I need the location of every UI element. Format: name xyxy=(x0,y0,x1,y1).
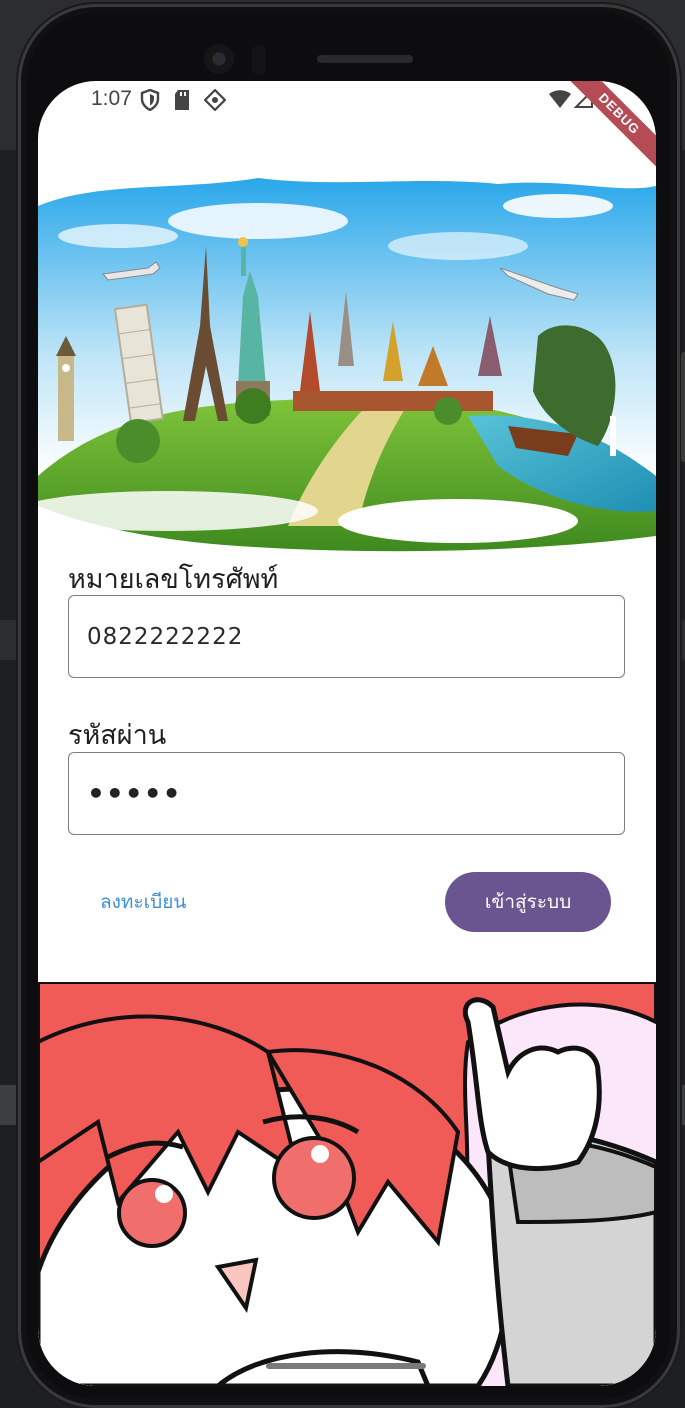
debug-banner: DEBUG xyxy=(558,81,656,175)
shield-icon xyxy=(140,89,160,111)
hero-travel-illustration xyxy=(38,178,656,552)
password-label: รหัสผ่าน xyxy=(68,720,167,751)
sd-card-icon xyxy=(175,90,189,110)
status-bar: 1:07 DEBUG xyxy=(38,81,656,175)
phone-label: หมายเลขโทรศัพท์ xyxy=(68,564,279,595)
status-time: 1:07 xyxy=(91,87,132,110)
mascot-illustration xyxy=(38,982,656,1386)
phone-input[interactable] xyxy=(87,623,606,650)
register-button[interactable]: ลงทะเบียน xyxy=(100,887,186,917)
power-button xyxy=(681,352,685,462)
home-indicator[interactable] xyxy=(266,1363,426,1369)
app-screen: 1:07 DEBUG หมายเลขโทรศัพท์ 0822222222 รห… xyxy=(38,81,656,1386)
phone-field[interactable] xyxy=(68,595,625,678)
wifi-icon xyxy=(549,90,571,108)
front-camera xyxy=(204,44,234,74)
earpiece-speaker xyxy=(317,55,413,63)
gear-diamond-icon xyxy=(204,89,226,111)
password-input[interactable]: ••••• xyxy=(87,777,181,810)
login-button[interactable]: เข้าสู่ระบบ xyxy=(445,872,611,932)
proximity-sensor xyxy=(252,45,266,75)
password-field[interactable]: ••••• xyxy=(68,752,625,835)
